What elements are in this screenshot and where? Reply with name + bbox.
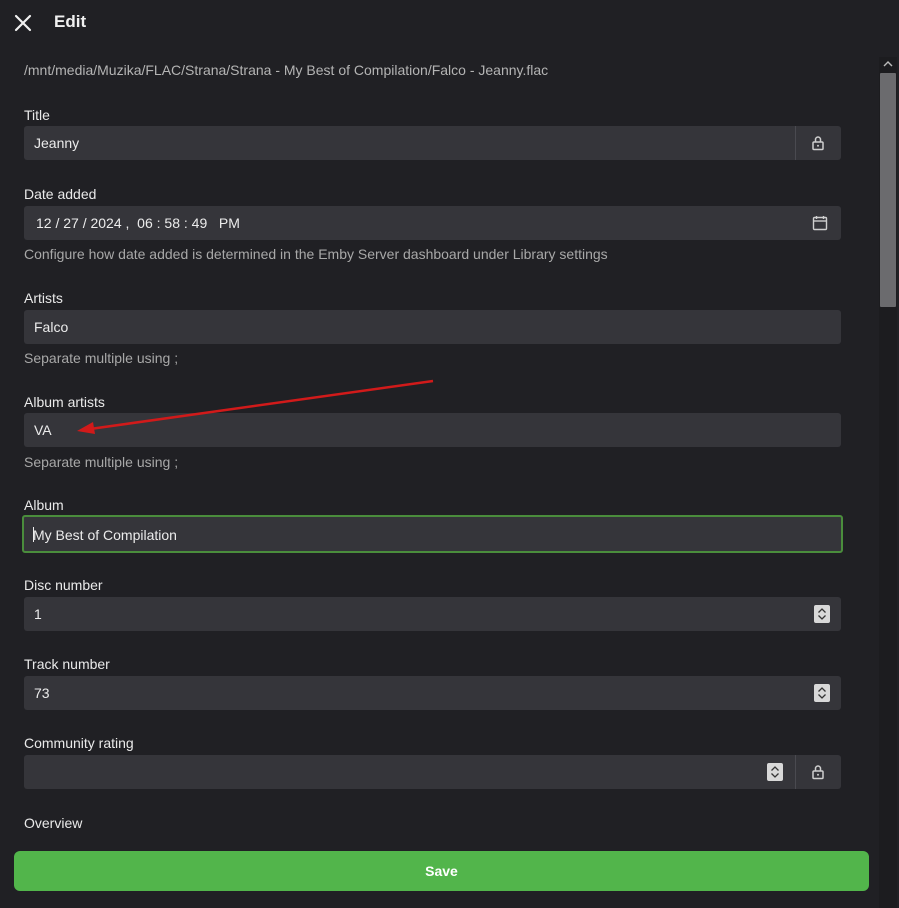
- community-rating-label: Community rating: [24, 735, 134, 751]
- date-added-input[interactable]: 12 / 27 / 2024 , 06 : 58 : 49 PM: [24, 206, 841, 240]
- album-artists-input[interactable]: VA: [24, 413, 841, 447]
- date-added-value: 12 / 27 / 2024 , 06 : 58 : 49 PM: [36, 215, 240, 231]
- date-added-label: Date added: [24, 186, 97, 202]
- disc-number-spinner[interactable]: [814, 605, 830, 623]
- title-value: Jeanny: [34, 135, 80, 151]
- album-artists-label: Album artists: [24, 394, 105, 410]
- artists-value: Falco: [34, 319, 69, 335]
- overview-label: Overview: [24, 815, 83, 831]
- scroll-up-icon[interactable]: [883, 60, 893, 68]
- save-button[interactable]: Save: [14, 851, 869, 891]
- track-number-value: 73: [34, 685, 50, 701]
- track-number-spinner[interactable]: [814, 684, 830, 702]
- spinner-icon: [771, 766, 779, 778]
- artists-hint: Separate multiple using ;: [24, 350, 179, 366]
- album-artists-hint: Separate multiple using ;: [24, 454, 179, 470]
- album-value: My Best of Compilation: [33, 527, 177, 543]
- title-label: Title: [24, 107, 50, 123]
- album-input[interactable]: My Best of Compilation: [22, 515, 843, 553]
- disc-number-input[interactable]: 1: [24, 597, 841, 631]
- dialog-header: Edit: [0, 0, 899, 46]
- community-rating-input[interactable]: [24, 755, 841, 789]
- dialog-title: Edit: [54, 12, 87, 31]
- title-input[interactable]: Jeanny: [24, 126, 841, 160]
- lock-icon: [812, 765, 824, 780]
- community-rating-spinner[interactable]: [767, 763, 783, 781]
- close-icon: [14, 14, 32, 32]
- spinner-icon: [818, 687, 826, 699]
- album-label: Album: [24, 497, 64, 513]
- album-artists-value: VA: [34, 422, 52, 438]
- artists-label: Artists: [24, 290, 63, 306]
- track-number-label: Track number: [24, 656, 110, 672]
- close-button[interactable]: [13, 13, 33, 33]
- artists-input[interactable]: Falco: [24, 310, 841, 344]
- date-added-hint: Configure how date added is determined i…: [24, 246, 608, 262]
- file-path: /mnt/media/Muzika/FLAC/Strana/Strana - M…: [24, 62, 549, 78]
- lock-icon: [812, 136, 824, 151]
- track-number-input[interactable]: 73: [24, 676, 841, 710]
- community-rating-lock-button[interactable]: [795, 755, 841, 789]
- disc-number-label: Disc number: [24, 577, 103, 593]
- calendar-icon[interactable]: [812, 215, 828, 231]
- spinner-icon: [818, 608, 826, 620]
- title-lock-button[interactable]: [795, 126, 841, 160]
- disc-number-value: 1: [34, 606, 42, 622]
- scrollbar-thumb[interactable]: [880, 73, 896, 307]
